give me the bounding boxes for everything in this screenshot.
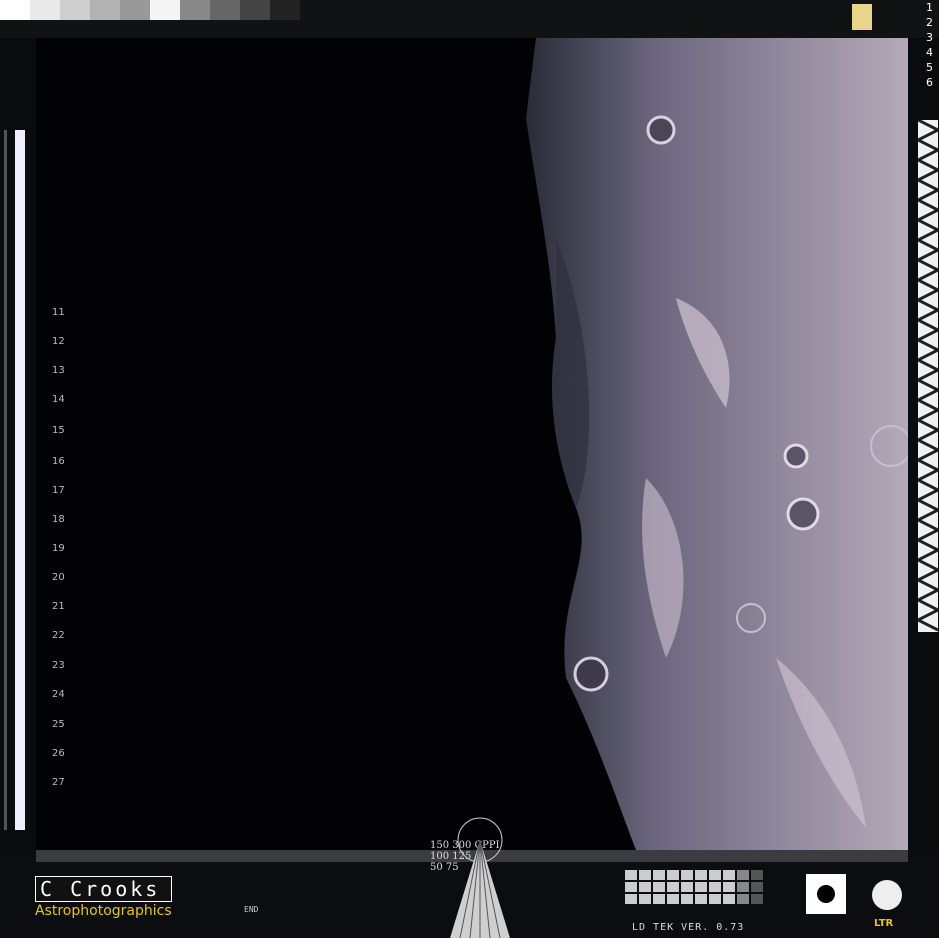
zigzag-edge-pattern <box>918 120 938 632</box>
side-number: 4 <box>926 46 933 59</box>
resolution-fan-icon <box>450 817 510 938</box>
scale-tick-label: 13 <box>52 365 65 376</box>
ltr-label: LTR <box>874 918 894 929</box>
brand-logo: C Crooks Astrophotographics <box>35 876 172 919</box>
scale-tick-label: 24 <box>52 689 65 700</box>
calibration-strip <box>0 0 939 38</box>
scale-tick-label: 19 <box>52 543 65 554</box>
scale-tick-label: 22 <box>52 630 65 641</box>
end-label: END <box>244 905 259 914</box>
side-number-column: 1 2 3 4 5 6 <box>920 0 933 90</box>
side-number: 3 <box>926 31 933 44</box>
scale-tick-label: 20 <box>52 572 65 583</box>
moon-photo <box>36 38 908 850</box>
brand-name: C Crooks <box>35 876 172 902</box>
focus-dot-icon <box>817 885 835 903</box>
side-number: 6 <box>926 76 933 89</box>
scale-tick-label: 11 <box>52 307 65 318</box>
focus-target-circle <box>872 880 902 910</box>
side-number: 5 <box>926 61 933 74</box>
scale-tick-label: 25 <box>52 719 65 730</box>
color-patch-yellow <box>852 4 872 30</box>
white-scale-bar <box>15 130 25 830</box>
brand-subtitle: Astrophotographics <box>35 903 172 919</box>
version-label: LD TEK VER. 0.73 <box>632 922 745 933</box>
scale-tick-label: 12 <box>52 336 65 347</box>
scale-tick-label: 15 <box>52 425 65 436</box>
film-edge-rule <box>4 130 7 830</box>
scale-tick-label: 17 <box>52 485 65 496</box>
grayscale-bar <box>0 0 300 20</box>
scale-tick-label: 18 <box>52 514 65 525</box>
scale-tick-label: 21 <box>52 601 65 612</box>
color-grid-target <box>625 870 763 904</box>
moon-surface <box>526 38 908 850</box>
scale-tick-label: 16 <box>52 456 65 467</box>
focus-target-square <box>806 874 846 914</box>
scale-tick-label: 26 <box>52 748 65 759</box>
side-number: 1 <box>926 1 933 14</box>
side-number: 2 <box>926 16 933 29</box>
scale-tick-label: 27 <box>52 777 65 788</box>
scale-tick-label: 14 <box>52 394 65 405</box>
scale-tick-label: 23 <box>52 660 65 671</box>
